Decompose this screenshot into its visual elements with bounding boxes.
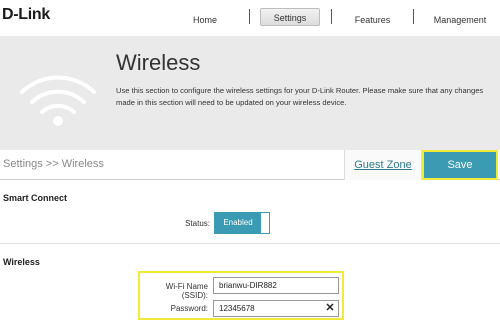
smart-connect-heading: Smart Connect xyxy=(3,193,68,203)
nav-divider xyxy=(413,9,414,24)
page-description: Use this section to configure the wirele… xyxy=(116,86,484,107)
page-banner: Wireless Use this section to configure t… xyxy=(0,36,500,150)
smart-connect-toggle[interactable]: Enabled xyxy=(214,212,270,234)
ssid-input[interactable]: brianwu-DIR882 xyxy=(213,277,339,294)
section-divider xyxy=(0,243,500,244)
action-bar: Settings >> Wireless Guest Zone Save xyxy=(0,150,500,180)
page-title: Wireless xyxy=(116,50,201,75)
breadcrumb: Settings >> Wireless xyxy=(3,158,104,170)
wifi-icon xyxy=(20,75,96,126)
wireless-heading: Wireless xyxy=(3,257,40,267)
nav-divider xyxy=(249,9,250,24)
nav-management[interactable]: Management xyxy=(420,11,500,29)
password-input[interactable]: 12345678 xyxy=(213,300,339,317)
password-label: Password: xyxy=(170,304,208,313)
nav-home[interactable]: Home xyxy=(170,11,240,29)
save-button[interactable]: Save xyxy=(422,150,498,180)
toggle-enabled-state: Enabled xyxy=(215,213,261,233)
top-nav-bar: D-Link Home Settings Features Management xyxy=(0,0,500,36)
ssid-label: Wi-Fi Name (SSID): xyxy=(165,282,208,300)
nav-divider xyxy=(331,9,332,24)
status-label: Status: xyxy=(185,219,210,228)
close-icon[interactable]: ✕ xyxy=(324,302,336,314)
nav-features[interactable]: Features xyxy=(340,11,405,29)
nav-settings[interactable]: Settings xyxy=(260,8,320,26)
guest-zone-link[interactable]: Guest Zone xyxy=(344,150,422,180)
dlink-logo: D-Link xyxy=(2,6,50,23)
